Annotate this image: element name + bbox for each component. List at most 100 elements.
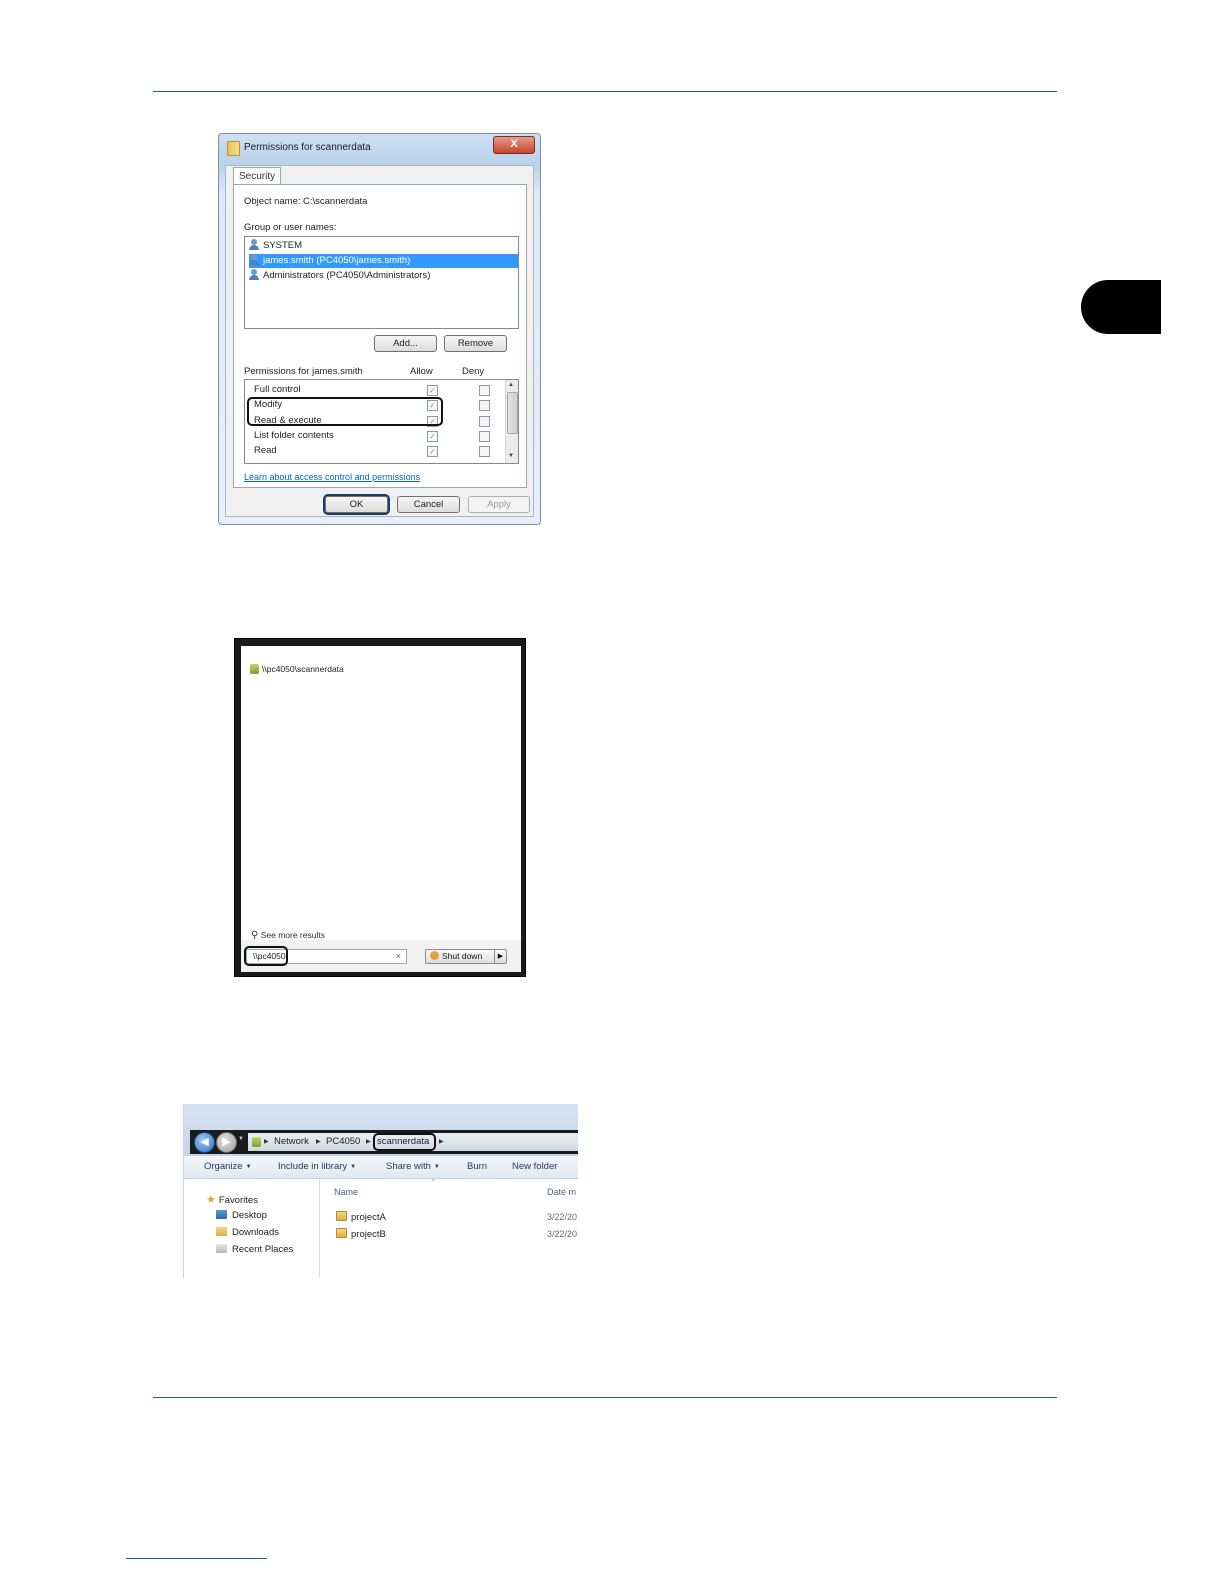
- include-label: Include in library: [278, 1161, 348, 1172]
- see-more-label: See more results: [260, 930, 325, 940]
- back-arrow-icon[interactable]: ◀: [194, 1132, 215, 1153]
- deny-checkbox[interactable]: [479, 400, 490, 411]
- permissions-scrollbar[interactable]: ▲ ▼: [505, 380, 518, 463]
- history-dropdown-icon[interactable]: ▼: [238, 1136, 244, 1142]
- deny-checkbox[interactable]: [479, 446, 490, 457]
- dialog-body: Security Object name: C:\scannerdata Gro…: [225, 165, 534, 517]
- allow-checkbox[interactable]: ✓: [427, 385, 438, 396]
- network-folder-icon: [250, 664, 259, 674]
- favorites-label: Favorites: [218, 1195, 258, 1206]
- column-header-name[interactable]: Name: [334, 1187, 358, 1197]
- object-name-label: Object name:: [244, 196, 301, 207]
- power-icon: [430, 951, 439, 960]
- perm-row-list-folder: List folder contents ✓: [254, 428, 504, 443]
- user-row-administrators[interactable]: Administrators (PC4050\Administrators): [249, 269, 518, 283]
- close-button[interactable]: X: [493, 136, 535, 154]
- breadcrumb-pc4050[interactable]: PC4050: [326, 1133, 360, 1151]
- deny-checkbox[interactable]: [479, 385, 490, 396]
- chevron-down-icon: ▼: [433, 1164, 440, 1170]
- cancel-button[interactable]: Cancel: [397, 496, 460, 513]
- footer-underline: [126, 1558, 267, 1559]
- breadcrumb-separator-icon[interactable]: ▶: [366, 1133, 371, 1151]
- deny-checkbox[interactable]: [479, 431, 490, 442]
- chevron-down-icon: ▼: [245, 1164, 252, 1170]
- desktop-icon: [216, 1210, 227, 1219]
- apply-button[interactable]: Apply: [468, 496, 530, 513]
- file-row-projectb[interactable]: projectB: [336, 1228, 386, 1240]
- allow-checkbox[interactable]: ✓: [427, 431, 438, 442]
- new-folder-button[interactable]: New folder: [512, 1156, 557, 1178]
- clear-icon[interactable]: ×: [396, 950, 401, 963]
- perm-name: List folder contents: [254, 430, 334, 441]
- shutdown-options-icon[interactable]: ▶: [494, 950, 506, 963]
- user-group-icon: [249, 239, 259, 250]
- shutdown-button[interactable]: Shut down ▶: [425, 949, 507, 964]
- nav-item-desktop[interactable]: Desktop: [216, 1210, 267, 1221]
- breadcrumb-separator-icon[interactable]: ▶: [316, 1133, 321, 1151]
- nav-item-recent-places[interactable]: Recent Places: [216, 1244, 293, 1255]
- navigation-pane: ★ Favorites Desktop Downloads Recent Plac…: [184, 1179, 320, 1278]
- security-panel: Object name: C:\scannerdata Group or use…: [233, 184, 527, 488]
- chevron-down-icon: ▼: [350, 1164, 357, 1170]
- remove-button[interactable]: Remove: [444, 335, 507, 352]
- search-results-panel: \\pc4050\scannerdata ⚲ See more results: [241, 646, 521, 941]
- chapter-tab: [1081, 280, 1161, 334]
- file-list: Name ^ Date m projectA 3/22/20 projectB …: [320, 1179, 578, 1278]
- recent-places-icon: [216, 1244, 227, 1253]
- user-row-system[interactable]: SYSTEM: [249, 239, 518, 253]
- search-highlight: [244, 946, 288, 966]
- user-name: Administrators (PC4050\Administrators): [263, 270, 431, 281]
- ok-highlight: [323, 494, 390, 515]
- search-result-label: \\pc4050\scannerdata: [262, 664, 344, 674]
- folder-icon: [336, 1211, 347, 1221]
- perm-row-read: Read ✓: [254, 443, 504, 458]
- desktop-label: Desktop: [232, 1210, 267, 1221]
- header-rule: [153, 91, 1057, 92]
- command-bar: Organize ▼ Include in library ▼ Share with…: [184, 1156, 578, 1179]
- user-name: SYSTEM: [263, 240, 303, 251]
- organize-label: Organize: [204, 1161, 243, 1172]
- column-header-date[interactable]: Date m: [547, 1187, 576, 1197]
- file-name: projectA: [351, 1212, 386, 1223]
- downloads-icon: [216, 1227, 227, 1236]
- user-icon: [249, 254, 259, 265]
- add-button[interactable]: Add...: [374, 335, 437, 352]
- explorer-header: ◀ ▶ ▼ ▶ Network ▶ PC4050 ▶ scannerdata ▶: [184, 1104, 578, 1156]
- search-result-item[interactable]: \\pc4050\scannerdata: [250, 664, 344, 674]
- organize-menu[interactable]: Organize ▼: [204, 1156, 252, 1178]
- forward-arrow-icon[interactable]: ▶: [216, 1132, 237, 1153]
- shutdown-label: Shut down: [442, 951, 483, 961]
- address-field[interactable]: ▶ Network ▶ PC4050 ▶ scannerdata ▶: [248, 1133, 578, 1151]
- downloads-label: Downloads: [232, 1227, 279, 1238]
- user-row-james-smith[interactable]: james.smith (PC4050\james.smith): [249, 254, 518, 268]
- scroll-thumb[interactable]: [507, 392, 518, 434]
- include-in-library-menu[interactable]: Include in library ▼: [278, 1156, 356, 1178]
- star-icon: ★: [206, 1194, 216, 1206]
- breadcrumb-separator-icon[interactable]: ▶: [264, 1133, 269, 1151]
- group-label: Group or user names:: [244, 222, 337, 233]
- file-row-projecta[interactable]: projectA: [336, 1211, 386, 1223]
- folder-icon: [227, 141, 240, 156]
- deny-checkbox[interactable]: [479, 416, 490, 427]
- folder-icon: [336, 1228, 347, 1238]
- address-bar: ◀ ▶ ▼ ▶ Network ▶ PC4050 ▶ scannerdata ▶: [190, 1130, 578, 1154]
- perm-name: Read: [254, 445, 277, 456]
- perm-name: Full control: [254, 384, 301, 395]
- scroll-down-icon[interactable]: ▼: [508, 453, 514, 459]
- file-name: projectB: [351, 1229, 386, 1240]
- modify-highlight: [247, 397, 443, 426]
- breadcrumb-network[interactable]: Network: [274, 1133, 309, 1151]
- breadcrumb-highlight: [373, 1133, 436, 1151]
- breadcrumb-separator-icon[interactable]: ▶: [439, 1133, 444, 1151]
- favorites-item[interactable]: ★ Favorites: [206, 1193, 258, 1206]
- start-menu-bottom: \\pc4050 × Shut down ▶: [241, 940, 521, 972]
- scroll-up-icon[interactable]: ▲: [508, 382, 514, 388]
- allow-header: Allow: [410, 366, 433, 377]
- nav-item-downloads[interactable]: Downloads: [216, 1227, 279, 1238]
- burn-button[interactable]: Burn: [467, 1156, 487, 1178]
- file-date: 3/22/20: [547, 1229, 578, 1239]
- learn-link[interactable]: Learn about access control and permissio…: [244, 472, 420, 482]
- users-list[interactable]: SYSTEM james.smith (PC4050\james.smith) …: [244, 236, 519, 329]
- share-with-menu[interactable]: Share with ▼: [386, 1156, 440, 1178]
- allow-checkbox[interactable]: ✓: [427, 446, 438, 457]
